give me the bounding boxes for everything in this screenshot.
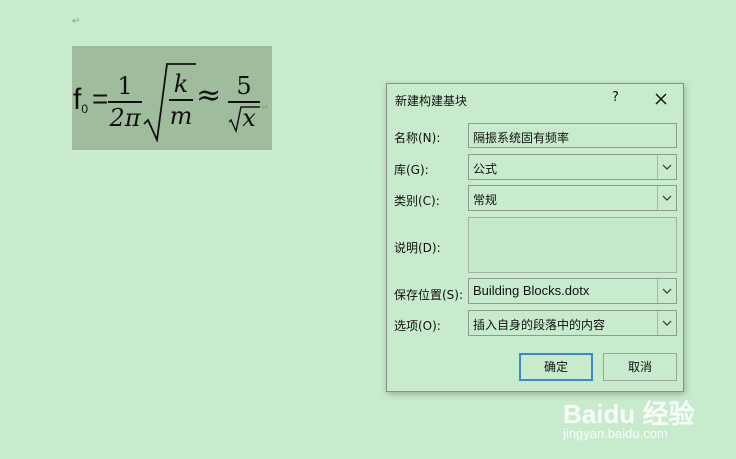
- category-dropdown-button[interactable]: [657, 186, 676, 210]
- chevron-down-icon: [662, 320, 672, 326]
- options-value: 插入自身的段落中的内容: [473, 318, 606, 332]
- gallery-select[interactable]: 公式: [468, 154, 677, 180]
- cancel-button[interactable]: 取消: [603, 353, 677, 381]
- paragraph-mark: ↵: [260, 102, 269, 113]
- approx-sign: ≈: [196, 78, 222, 113]
- paragraph-mark: ↵: [72, 16, 81, 27]
- close-icon: [655, 93, 667, 105]
- fraction-5-over-sqrt-x: 5 x: [228, 73, 260, 133]
- chevron-down-icon: [662, 164, 672, 170]
- save-in-value: Building Blocks.dotx: [473, 283, 590, 298]
- dialog-title: 新建构建基块: [395, 94, 468, 108]
- description-label: 说明(D):: [394, 241, 441, 255]
- selected-equation[interactable]: f0 = 1 2π k m ≈ 5 x ↵: [72, 46, 272, 150]
- gallery-dropdown-button[interactable]: [657, 155, 676, 179]
- equation-lhs: f0: [73, 83, 89, 117]
- name-input[interactable]: 隔振系统固有频率: [468, 123, 677, 148]
- category-select[interactable]: 常规: [468, 185, 677, 211]
- options-dropdown-button[interactable]: [657, 311, 676, 335]
- fraction-1-over-2pi: 1 2π: [108, 72, 142, 132]
- dialog-titlebar[interactable]: 新建构建基块 ?: [387, 84, 683, 114]
- save-in-select[interactable]: Building Blocks.dotx: [468, 278, 677, 304]
- create-building-block-dialog: 新建构建基块 ? 名称(N): 隔振系统固有频率 库(G): 公式 类别(C):…: [386, 83, 684, 392]
- name-value: 隔振系统固有频率: [473, 131, 570, 145]
- description-textarea[interactable]: [468, 217, 677, 273]
- chevron-down-icon: [662, 288, 672, 294]
- category-label: 类别(C):: [394, 194, 440, 208]
- options-select[interactable]: 插入自身的段落中的内容: [468, 310, 677, 336]
- chevron-down-icon: [662, 195, 672, 201]
- gallery-label: 库(G):: [394, 163, 429, 177]
- save-in-dropdown-button[interactable]: [657, 279, 676, 303]
- name-label: 名称(N):: [394, 131, 441, 145]
- save-in-label: 保存位置(S):: [394, 288, 464, 302]
- equals-sign: =: [92, 83, 109, 114]
- gallery-value: 公式: [473, 162, 498, 176]
- help-button[interactable]: ?: [612, 90, 619, 105]
- close-button[interactable]: [649, 87, 673, 111]
- watermark-site: jingyan.baidu.com: [563, 426, 668, 441]
- category-value: 常规: [473, 193, 498, 207]
- ok-button[interactable]: 确定: [519, 353, 593, 381]
- fraction-k-over-m: k m: [169, 70, 193, 130]
- options-label: 选项(O):: [394, 319, 441, 333]
